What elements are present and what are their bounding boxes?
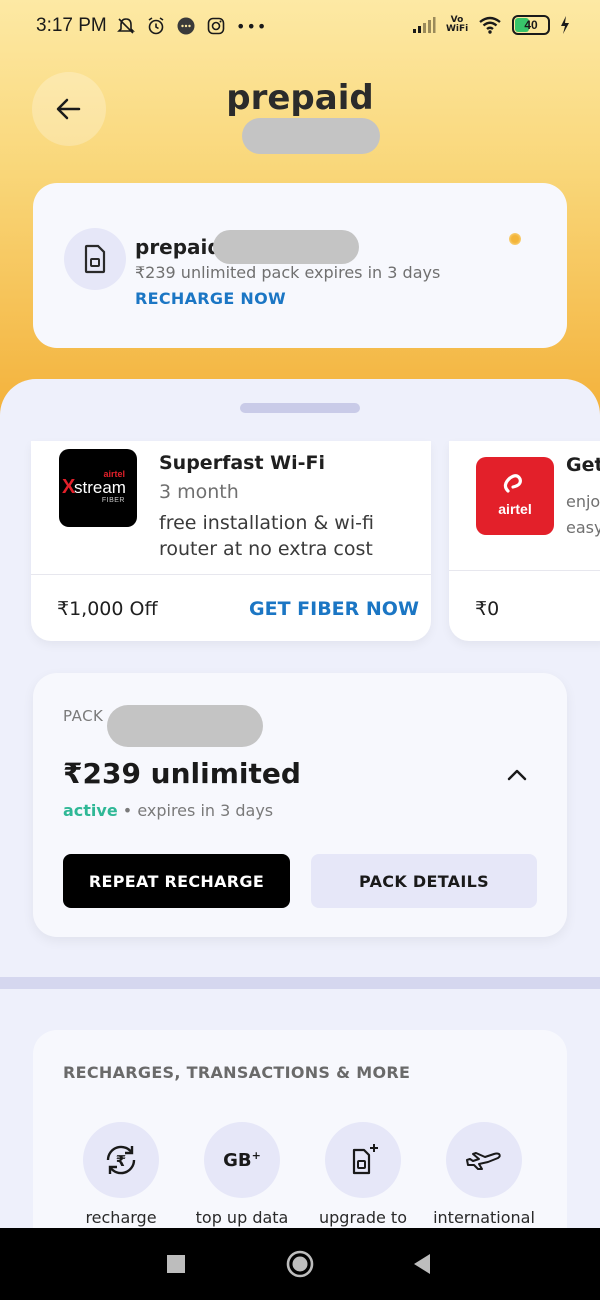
quick-action-recharge[interactable]: ₹ recharge <box>66 1122 176 1227</box>
pack-expiry: • expires in 3 days <box>117 801 274 820</box>
number-name: prepaid <box>135 235 222 259</box>
pack-active-badge: active <box>63 801 118 820</box>
airtel-swoosh-icon <box>503 474 522 493</box>
quick-action-circle: GB+ <box>204 1122 280 1198</box>
pack-name: ₹239 unlimited <box>63 757 301 790</box>
more-notifications-icon: ••• <box>236 16 268 36</box>
offer-divider <box>449 570 600 571</box>
redacted-number <box>107 705 263 747</box>
recharge-icon: ₹ <box>106 1145 136 1175</box>
airtel-logo-text: airtel <box>498 501 532 517</box>
offer-description-line: router at no extra cost <box>159 538 373 560</box>
battery-icon: 40 <box>512 15 550 35</box>
gb-plus-icon: GB+ <box>223 1149 261 1171</box>
muted-bell-icon <box>117 18 135 34</box>
quick-action-circle <box>446 1122 522 1198</box>
quick-action-label: international <box>433 1208 535 1227</box>
quick-action-circle <box>325 1122 401 1198</box>
sim-card-icon <box>84 244 106 274</box>
sim-upgrade-icon <box>352 1144 378 1175</box>
quick-action-label: recharge <box>85 1208 157 1227</box>
offer-duration: 3 month <box>159 481 239 503</box>
alarm-icon <box>148 17 164 35</box>
quick-action-label: upgrade to <box>319 1208 407 1227</box>
status-dot <box>509 233 521 245</box>
pack-card: PACK ₹239 unlimited active • expires in … <box>33 673 567 937</box>
offer-card-airtel[interactable]: airtel Get enjo easy ₹0 <box>449 441 600 641</box>
airtel-logo: airtel <box>476 457 554 535</box>
redacted-number <box>242 118 380 154</box>
status-system-icons: Vo WiFi 40 <box>412 15 570 35</box>
number-card[interactable]: prepaid ₹239 unlimited pack expires in 3… <box>33 183 567 348</box>
quick-action-upgrade[interactable]: upgrade to <box>308 1122 418 1227</box>
pack-details-button[interactable]: PACK DETAILS <box>311 854 537 908</box>
vowifi-icon: Vo WiFi <box>446 15 469 34</box>
logo-main: stream <box>74 478 126 497</box>
home-icon[interactable] <box>285 1249 315 1279</box>
plane-icon <box>466 1152 501 1170</box>
quick-action-label: top up data <box>195 1208 289 1227</box>
battery-percent: 40 <box>524 18 538 32</box>
recharge-now-link[interactable]: RECHARGE NOW <box>135 289 286 308</box>
signal-icon <box>413 17 436 33</box>
offer-description: free installation & wi-fi router at no e… <box>159 510 374 562</box>
offer-card-fiber[interactable]: airtel X stream FIBER Superfast Wi-Fi 3 … <box>31 441 431 641</box>
offer-description-line: enjo <box>566 492 600 511</box>
section-title: RECHARGES, TRANSACTIONS & MORE <box>63 1063 411 1082</box>
status-notification-icons: ••• <box>116 16 267 36</box>
wifi-icon <box>479 16 501 34</box>
offer-title: Superfast Wi-Fi <box>159 452 326 474</box>
status-bar: 3:17 PM ••• Vo WiFi 40 <box>0 0 600 56</box>
repeat-recharge-button[interactable]: REPEAT RECHARGE <box>63 854 290 908</box>
sim-avatar <box>64 228 126 290</box>
get-fiber-now-button[interactable]: GET FIBER NOW <box>249 598 419 620</box>
status-time: 3:17 PM <box>36 15 107 36</box>
pack-label: PACK <box>63 707 104 725</box>
offer-description-line: easy <box>566 518 600 537</box>
quick-action-circle: ₹ <box>83 1122 159 1198</box>
chat-icon <box>177 17 195 35</box>
pack-expiry-text: ₹239 unlimited pack expires in 3 days <box>135 263 441 282</box>
quick-action-top-up-data[interactable]: GB+ top up data <box>187 1122 297 1227</box>
logo-sub: FIBER <box>101 497 125 504</box>
svg-text:₹: ₹ <box>116 1152 126 1170</box>
offer-divider <box>31 574 431 575</box>
page-title: prepaid <box>226 78 374 118</box>
gb-label: GB <box>223 1150 252 1171</box>
offer-price: ₹1,000 Off <box>57 598 158 620</box>
sheet-drag-handle[interactable] <box>240 403 360 413</box>
section-separator <box>0 977 600 989</box>
offer-title: Get <box>566 454 600 476</box>
chevron-up-icon[interactable] <box>505 765 529 785</box>
system-navigation-bar <box>0 1228 600 1300</box>
offer-price: ₹0 <box>475 598 500 620</box>
quick-action-international[interactable]: international <box>429 1122 539 1227</box>
redacted-number <box>213 230 359 264</box>
pack-status: active • expires in 3 days <box>63 801 273 820</box>
back-nav-icon[interactable] <box>412 1253 432 1275</box>
offer-description-line: free installation & wi-fi <box>159 512 374 534</box>
xstream-fiber-logo: airtel X stream FIBER <box>59 449 137 527</box>
instagram-icon <box>207 17 225 35</box>
recents-icon[interactable] <box>166 1254 186 1274</box>
offer-description: enjo easy <box>566 489 600 541</box>
charging-icon <box>561 16 569 34</box>
